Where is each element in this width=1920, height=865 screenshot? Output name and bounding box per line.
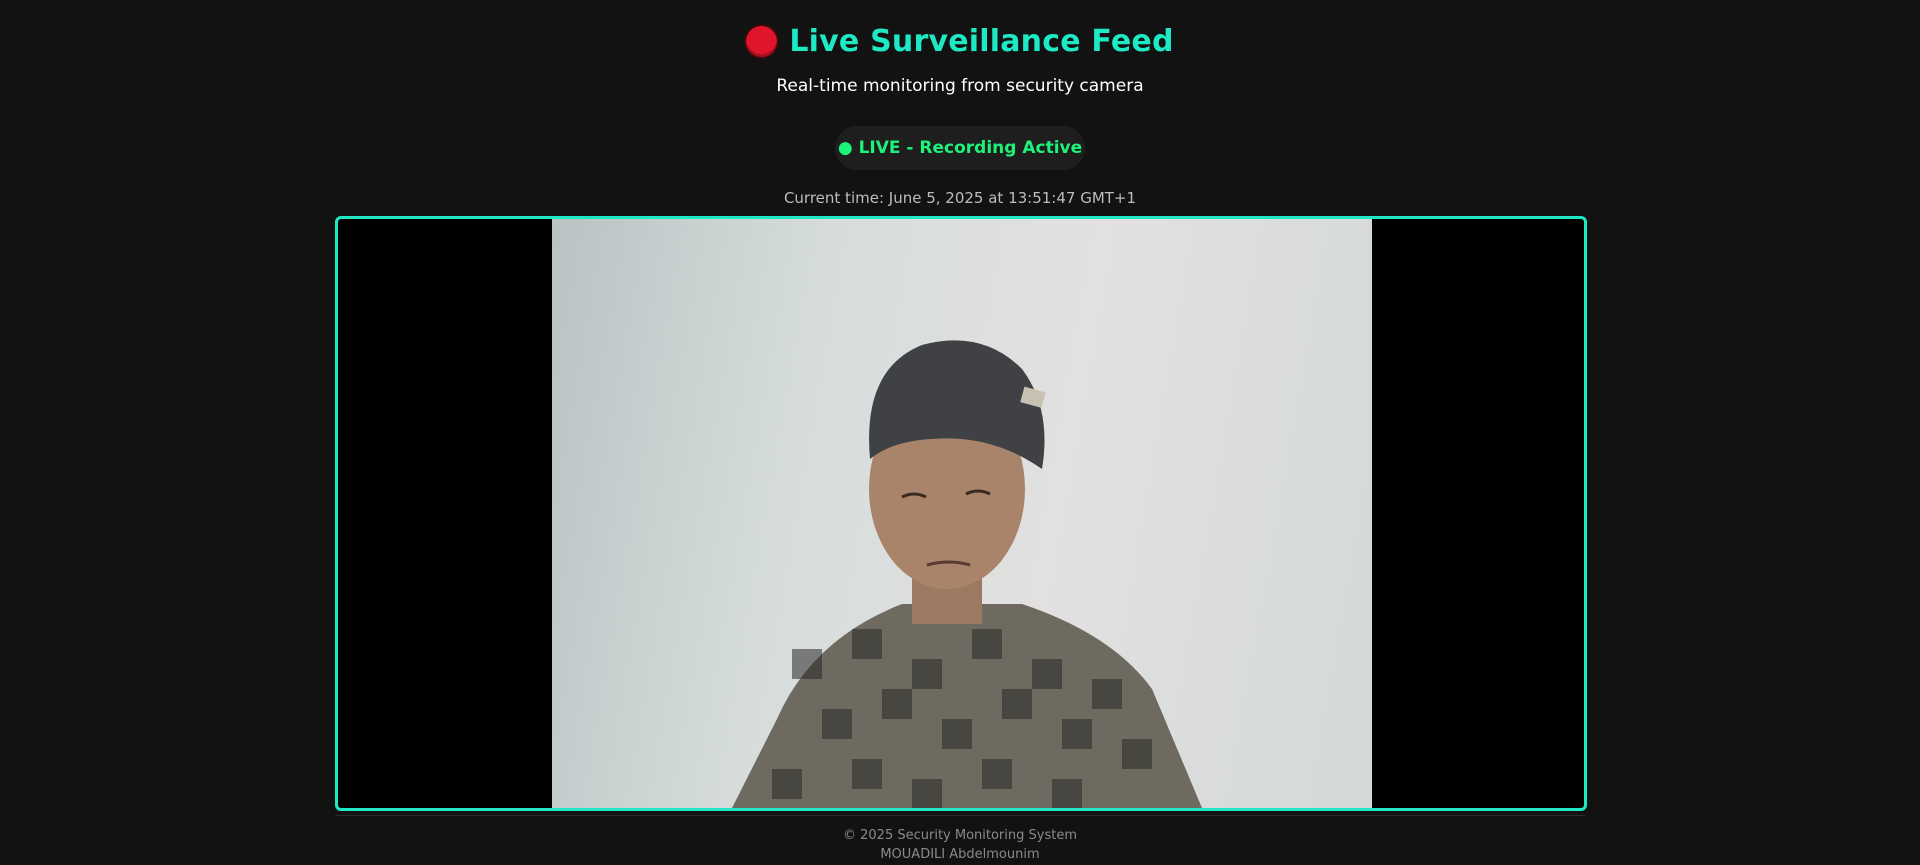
page-title: Live Surveillance Feed [789,24,1174,59]
header: Live Surveillance Feed [0,24,1920,59]
live-status-badge: ● LIVE - Recording Active [835,126,1085,170]
camera-feed-image [552,219,1372,808]
person-silhouette [732,340,1202,808]
footer-copyright: © 2025 Security Monitoring System [843,828,1077,843]
page-subtitle: Real-time monitoring from security camer… [776,76,1144,96]
video-player[interactable] [335,216,1587,811]
footer-divider [335,815,1585,816]
current-time: Current time: June 5, 2025 at 13:51:47 G… [783,189,1137,207]
recording-indicator-icon [746,26,778,57]
footer-author: MOUADILI Abdelmounim [880,847,1040,862]
page: Live Surveillance Feed Real-time monitor… [0,0,1920,865]
